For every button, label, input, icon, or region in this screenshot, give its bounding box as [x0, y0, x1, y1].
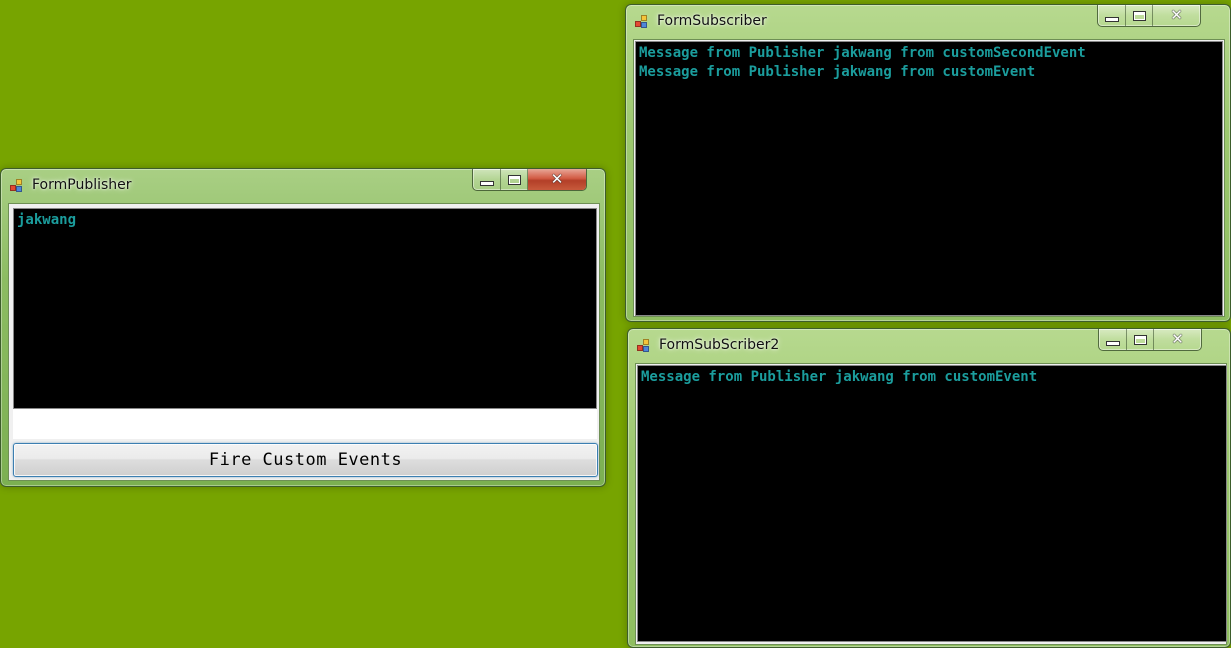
subscriber-client-area: Message from Publisher jakwang from cust… [633, 39, 1225, 317]
maximize-button[interactable] [501, 169, 528, 190]
publisher-input-field[interactable] [13, 409, 597, 439]
form-subscriber2-window: FormSubScriber2 ✕ Message from Publisher… [627, 328, 1231, 648]
maximize-icon [1132, 10, 1146, 21]
maximize-button[interactable] [1126, 5, 1153, 26]
titlebar[interactable]: FormSubscriber ✕ [626, 5, 1230, 35]
console-line: Message from Publisher jakwang from cust… [641, 369, 1038, 385]
publisher-client-area: jakwang Fire Custom Events [8, 203, 600, 481]
winforms-app-icon [635, 15, 649, 29]
minimize-button[interactable] [473, 169, 501, 190]
caption-buttons: ✕ [1097, 5, 1201, 27]
titlebar[interactable]: FormSubScriber2 ✕ [628, 329, 1230, 359]
minimize-icon [1104, 17, 1119, 22]
winforms-app-icon [637, 339, 651, 353]
titlebar[interactable]: FormPublisher ✕ [1, 169, 605, 199]
maximize-icon [1133, 334, 1147, 345]
minimize-button[interactable] [1098, 5, 1126, 26]
minimize-icon [1105, 341, 1120, 346]
subscriber2-client-area: Message from Publisher jakwang from cust… [635, 363, 1227, 645]
caption-buttons: ✕ [1098, 329, 1202, 351]
form-publisher-window: FormPublisher ✕ jakwang Fire Custom Even… [0, 168, 606, 487]
maximize-button[interactable] [1127, 329, 1154, 350]
winforms-app-icon [10, 179, 24, 193]
maximize-icon [507, 174, 521, 185]
close-icon: ✕ [1170, 6, 1183, 24]
close-button[interactable]: ✕ [1154, 329, 1201, 350]
window-title: FormSubscriber [657, 13, 767, 29]
subscriber-output-console[interactable]: Message from Publisher jakwang from cust… [635, 41, 1223, 316]
caption-buttons: ✕ [472, 169, 587, 191]
window-title: FormSubScriber2 [659, 337, 780, 353]
subscriber2-output-console[interactable]: Message from Publisher jakwang from cust… [637, 365, 1227, 642]
close-icon: ✕ [550, 170, 564, 188]
close-button[interactable]: ✕ [1153, 5, 1200, 26]
minimize-icon [479, 181, 494, 186]
fire-custom-events-button[interactable]: Fire Custom Events [13, 443, 598, 477]
window-title: FormPublisher [32, 177, 132, 193]
minimize-button[interactable] [1099, 329, 1127, 350]
close-button[interactable]: ✕ [528, 169, 586, 190]
close-icon: ✕ [1171, 330, 1184, 348]
console-line: jakwang [17, 212, 77, 228]
form-subscriber-window: FormSubscriber ✕ Message from Publisher … [625, 4, 1231, 322]
console-line: Message from Publisher jakwang from cust… [639, 45, 1086, 61]
publisher-output-console[interactable]: jakwang [13, 208, 597, 409]
console-line: Message from Publisher jakwang from cust… [639, 64, 1036, 80]
